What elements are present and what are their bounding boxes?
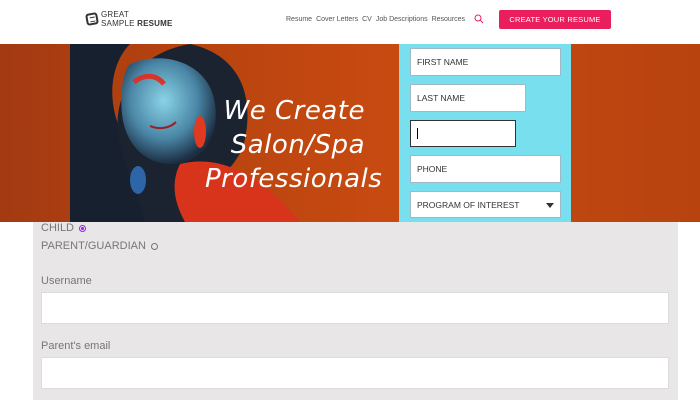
- username-input[interactable]: [41, 292, 669, 324]
- resume-logo-icon: [85, 12, 99, 26]
- child-radio[interactable]: [79, 224, 87, 232]
- nav-item-resources[interactable]: Resources: [432, 16, 465, 23]
- site-header: GREAT SAMPLE RESUME Resume Cover Letters…: [0, 0, 700, 45]
- nav-item-cover-letters[interactable]: Cover Letters: [316, 16, 358, 23]
- search-icon[interactable]: [474, 14, 484, 24]
- last-name-placeholder: LAST NAME: [417, 93, 466, 103]
- main-nav: Resume Cover Letters CV Job Descriptions…: [286, 16, 465, 23]
- chevron-down-icon: [546, 203, 554, 208]
- phone-field[interactable]: PHONE: [410, 155, 561, 183]
- last-name-field[interactable]: LAST NAME: [410, 84, 526, 112]
- parent-email-label: Parent's email: [41, 340, 111, 352]
- tagline-line-3: Professionals: [205, 164, 383, 194]
- logo-line-1: GREAT: [101, 10, 129, 19]
- nav-item-cv[interactable]: CV: [362, 16, 372, 23]
- tagline-line-1: We Create: [223, 96, 365, 126]
- program-of-interest-select[interactable]: PROGRAM OF INTEREST: [410, 191, 561, 218]
- parent-radio-row[interactable]: PARENT/GUARDIAN: [41, 240, 158, 252]
- logo-line-2a: SAMPLE: [101, 19, 135, 28]
- parent-radio-label: PARENT/GUARDIAN: [41, 240, 146, 252]
- hero-banner: We Create Salon/Spa Professionals: [0, 44, 700, 222]
- nav-item-resume[interactable]: Resume: [286, 16, 312, 23]
- nav-item-job-descriptions[interactable]: Job Descriptions: [376, 16, 428, 23]
- site-logo[interactable]: GREAT SAMPLE RESUME: [85, 10, 173, 28]
- child-radio-row[interactable]: CHILD: [41, 222, 87, 234]
- tagline-line-2: Salon/Spa: [230, 130, 365, 160]
- first-name-field[interactable]: FIRST NAME: [410, 48, 561, 76]
- username-label: Username: [41, 275, 92, 287]
- parent-email-input[interactable]: [41, 357, 669, 389]
- logo-line-2: SAMPLE RESUME: [101, 19, 173, 28]
- hero-tagline: We Create Salon/Spa Professionals: [205, 94, 383, 196]
- parent-radio[interactable]: [150, 242, 158, 250]
- first-name-placeholder: FIRST NAME: [417, 57, 469, 67]
- logo-text: GREAT SAMPLE RESUME: [101, 10, 173, 28]
- phone-placeholder: PHONE: [417, 164, 448, 174]
- create-resume-button[interactable]: CREATE YOUR RESUME: [499, 10, 611, 29]
- program-label: PROGRAM OF INTEREST: [417, 199, 520, 210]
- logo-line-2b: RESUME: [137, 19, 173, 28]
- email-field[interactable]: [410, 120, 516, 147]
- text-caret: [417, 128, 418, 139]
- child-radio-label: CHILD: [41, 222, 75, 234]
